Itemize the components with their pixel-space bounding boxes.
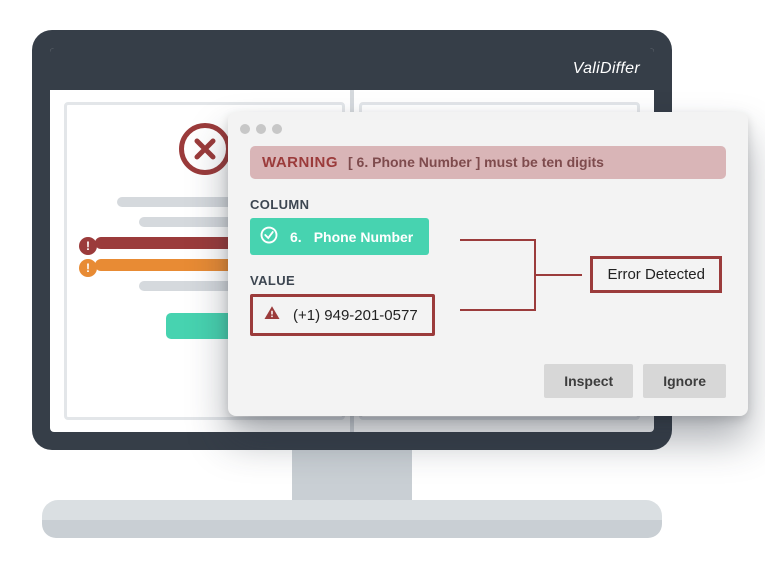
warn-bullet-icon: ! (79, 259, 97, 277)
inspect-button[interactable]: Inspect (544, 364, 633, 398)
popup-titlebar (228, 112, 748, 146)
column-index: 6. (290, 229, 302, 245)
connector-line (534, 294, 536, 311)
ignore-button[interactable]: Ignore (643, 364, 726, 398)
warning-popup: WARNING [ 6. Phone Number ] must be ten … (228, 112, 748, 416)
warning-message: [ 6. Phone Number ] must be ten digits (348, 154, 604, 170)
popup-actions: Inspect Ignore (250, 364, 726, 398)
alert-triangle-icon (263, 304, 281, 326)
connector-line (534, 257, 536, 294)
value-box: (+1) 949-201-0577 (250, 294, 435, 336)
window-zoom-icon[interactable] (272, 124, 282, 134)
error-status-icon (179, 123, 231, 175)
warning-label: WARNING (262, 154, 338, 171)
window-close-icon[interactable] (240, 124, 250, 134)
connector-line (534, 274, 582, 276)
column-chip[interactable]: 6. Phone Number (250, 218, 429, 255)
window-minimize-icon[interactable] (256, 124, 266, 134)
monitor-base (42, 500, 662, 538)
column-section-label: COLUMN (250, 197, 726, 212)
value-text: (+1) 949-201-0577 (293, 307, 418, 324)
checkmark-icon (260, 226, 278, 247)
connector-line (460, 239, 534, 241)
connector-line (534, 239, 536, 257)
brand-logo: ValiDiffer (573, 60, 640, 78)
error-detected-callout: Error Detected (590, 256, 722, 293)
monitor-neck (292, 450, 412, 500)
error-bullet-icon: ! (79, 237, 97, 255)
app-header: ValiDiffer (50, 48, 654, 90)
warning-banner: WARNING [ 6. Phone Number ] must be ten … (250, 146, 726, 179)
column-name: Phone Number (314, 229, 414, 245)
connector-line (460, 309, 534, 311)
